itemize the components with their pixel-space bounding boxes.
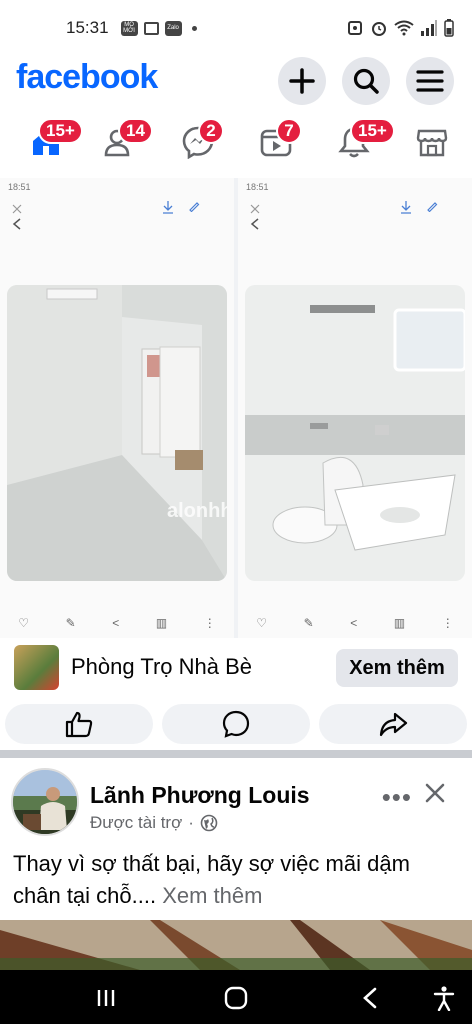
notifications-badge: 15+ [350, 118, 395, 144]
top-nav: 15+ 14 2 7 15+ [0, 112, 472, 176]
messenger-badge: 2 [198, 118, 224, 144]
kebab-icon: ⋮ [441, 616, 454, 630]
menu-button[interactable] [406, 57, 454, 105]
post-media[interactable]: 18:51 alonhha [0, 178, 472, 638]
tab-home[interactable]: 15+ [16, 112, 83, 172]
separator: · [188, 813, 194, 832]
room-photo: alonhha [7, 285, 227, 581]
page-thumbnail[interactable] [14, 645, 59, 690]
screen: 15:31 MO MỚI Zalo facebook 15+ 14 2 7 15… [0, 0, 472, 1024]
trash-icon: ▥ [155, 616, 168, 630]
accessibility-icon [433, 986, 455, 1011]
tab-friends[interactable]: 14 [90, 112, 153, 172]
status-dot [191, 25, 197, 31]
globe-icon [200, 814, 218, 832]
edit-icon [427, 202, 438, 212]
screenshot-left: 18:51 alonhha [0, 178, 234, 638]
signal-icon [421, 20, 437, 36]
back-icon [12, 218, 21, 230]
author-avatar[interactable] [11, 768, 79, 836]
search-icon [353, 68, 379, 94]
see-more-button[interactable]: Xem thêm [336, 649, 458, 687]
close-icon [250, 204, 260, 214]
screenshot-time: 18:51 [246, 182, 269, 192]
video-badge: 7 [276, 118, 302, 144]
alarm-icon [348, 21, 362, 35]
download-icon [401, 201, 411, 214]
post-actions [0, 702, 472, 748]
status-app-icon: MO MỚI [120, 20, 138, 36]
comment-button[interactable] [162, 704, 310, 744]
download-icon [163, 201, 173, 214]
share-button[interactable] [319, 704, 467, 744]
page-link-row[interactable]: Phòng Trọ Nhà Bè Xem thêm [0, 640, 472, 698]
close-icon [12, 204, 22, 214]
zalo-icon: Zalo [164, 20, 182, 36]
back-icon [250, 218, 259, 230]
home-system-button[interactable] [222, 984, 250, 1012]
menu-icon [416, 70, 444, 92]
clock-alarm-icon [372, 22, 386, 36]
friends-badge: 14 [118, 118, 153, 144]
sponsored-text: Được tài trợ [90, 813, 183, 832]
share-small-icon: < [350, 616, 358, 630]
back-arrow-icon [363, 987, 377, 1009]
screenshot-actions: ♡ ✎ < ▥ ⋮ [0, 616, 234, 634]
tab-notifications[interactable]: 15+ [324, 112, 395, 172]
pen-icon: ✎ [65, 616, 76, 630]
kebab-icon: ⋮ [203, 616, 216, 630]
battery-icon [444, 19, 454, 37]
close-icon [425, 783, 445, 803]
author-name[interactable]: Lãnh Phương Louis [90, 782, 310, 809]
status-right [346, 19, 454, 37]
accessibility-button[interactable] [430, 984, 458, 1012]
recents-button[interactable] [92, 984, 120, 1012]
bathroom-photo [245, 285, 465, 581]
header: facebook [0, 56, 472, 108]
more-options-button[interactable]: ••• [382, 782, 412, 813]
screenshot-actions: ♡ ✎ < ▥ ⋮ [238, 616, 472, 634]
create-button[interactable] [278, 57, 326, 105]
hide-post-button[interactable] [420, 778, 450, 808]
screenshot-right: 18:51 ♡ ✎ < ▥ ⋮ [238, 178, 472, 638]
edit-icon [189, 202, 200, 212]
share-icon [379, 712, 408, 737]
like-icon [65, 711, 93, 738]
watermark: alonhha [167, 500, 227, 522]
plus-icon [289, 68, 315, 94]
facebook-logo[interactable]: facebook [16, 58, 158, 97]
like-button[interactable] [5, 704, 153, 744]
feed-divider [0, 750, 472, 758]
heart-icon: ♡ [256, 616, 268, 630]
page-name[interactable]: Phòng Trọ Nhà Bè [71, 654, 252, 680]
status-bar: 15:31 MO MỚI Zalo [0, 0, 472, 56]
trash-icon: ▥ [393, 616, 406, 630]
comment-icon [222, 710, 250, 738]
post-image[interactable] [0, 920, 472, 970]
post-caption: Thay vì sợ thất bại, hãy sợ việc mãi dậm… [13, 848, 453, 912]
search-button[interactable] [342, 57, 390, 105]
sponsored-label: Được tài trợ · [90, 813, 218, 833]
share-small-icon: < [112, 616, 120, 630]
recents-icon [97, 990, 115, 1006]
caption-see-more[interactable]: Xem thêm [156, 883, 262, 908]
system-nav-bar [0, 970, 472, 1024]
marketplace-icon [416, 129, 448, 157]
pen-icon: ✎ [303, 616, 314, 630]
back-system-button[interactable] [356, 984, 384, 1012]
home-badge: 15+ [38, 118, 83, 144]
tab-video[interactable]: 7 [246, 112, 306, 172]
home-circle-icon [224, 986, 248, 1010]
tab-marketplace[interactable] [402, 112, 462, 172]
heart-icon: ♡ [18, 616, 30, 630]
wifi-icon [394, 20, 414, 36]
tab-messenger[interactable]: 2 [168, 112, 228, 172]
status-time: 15:31 [66, 18, 109, 37]
gallery-icon [143, 21, 159, 35]
screenshot-time: 18:51 [8, 182, 31, 192]
